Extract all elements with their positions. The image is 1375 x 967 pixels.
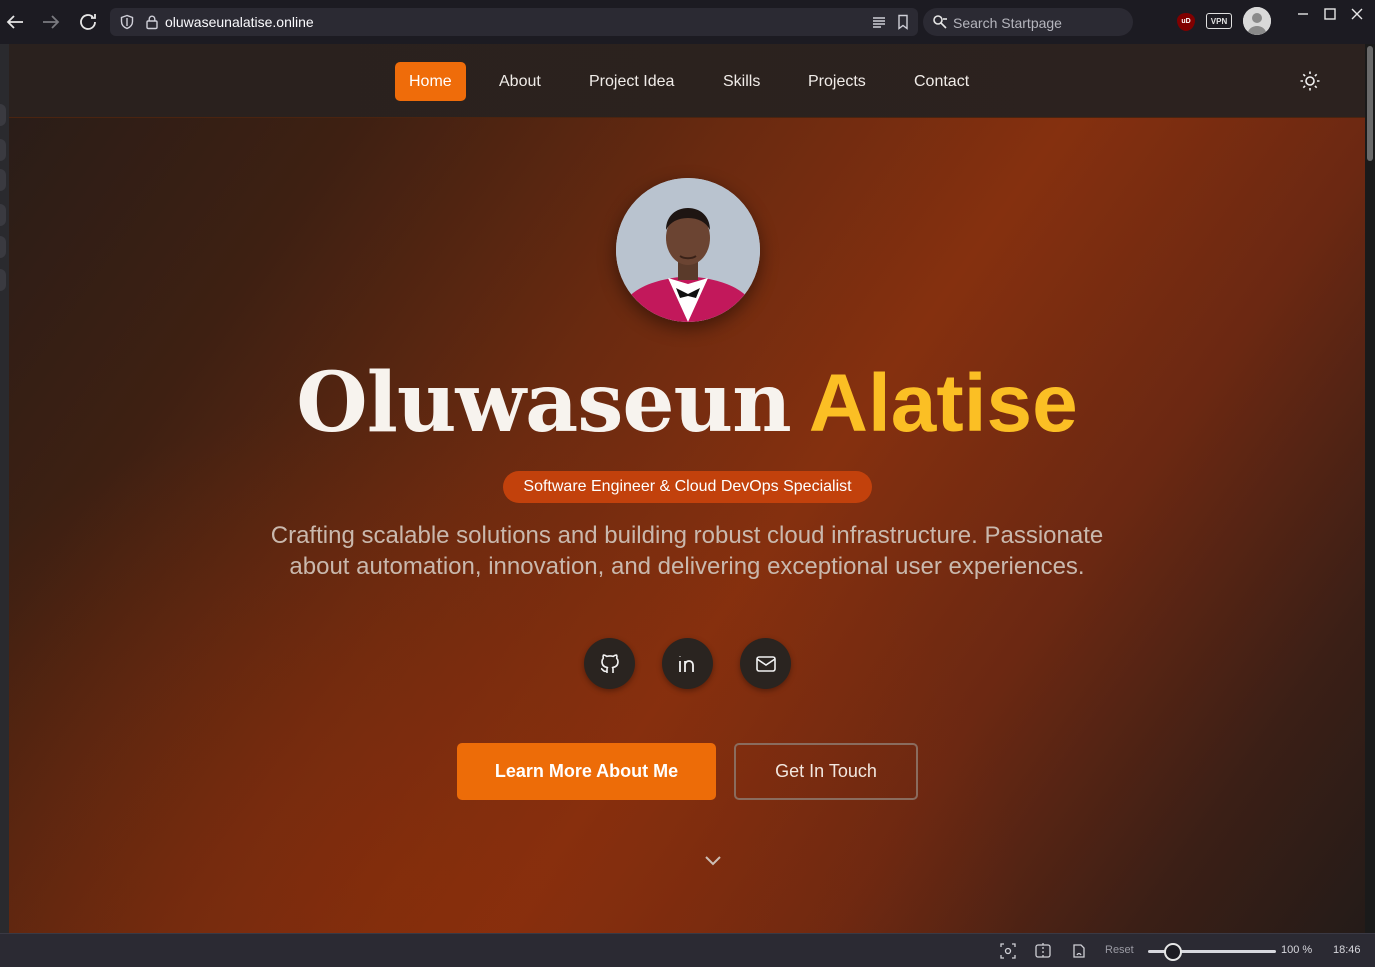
reload-icon[interactable] [76, 10, 100, 34]
search-input[interactable] [951, 11, 1125, 35]
screenshot-icon[interactable] [999, 942, 1017, 960]
ublock-extension-icon[interactable]: uD [1177, 13, 1195, 31]
sidebar-panel-button[interactable] [0, 139, 6, 161]
first-name: Oluwaseun [296, 355, 791, 451]
page-scrollbar[interactable] [1365, 44, 1375, 933]
chevron-down-icon[interactable] [701, 848, 725, 872]
linkedin-icon[interactable] [662, 638, 713, 689]
nav-projects[interactable]: Projects [794, 62, 880, 101]
profile-photo [616, 178, 760, 322]
zoom-slider-handle[interactable] [1164, 943, 1182, 961]
sidebar-panel-button[interactable] [0, 104, 6, 126]
sidebar-panel-button[interactable] [0, 269, 6, 291]
browser-toolbar: oluwaseunalatise.online uD VPN [0, 0, 1375, 44]
sidebar-panel-button[interactable] [0, 169, 6, 191]
scrollbar-thumb[interactable] [1367, 46, 1373, 161]
github-icon[interactable] [584, 638, 635, 689]
url-text[interactable]: oluwaseunalatise.online [165, 14, 314, 30]
sidebar-panel-button[interactable] [0, 236, 6, 258]
tile-view-icon[interactable] [1034, 942, 1052, 960]
search-bar[interactable] [923, 8, 1133, 36]
tracking-shield-icon[interactable] [119, 14, 135, 30]
nav-contact[interactable]: Contact [900, 62, 983, 101]
sidebar-panel-button[interactable] [0, 204, 6, 226]
nav-skills[interactable]: Skills [709, 62, 774, 101]
learn-more-button[interactable]: Learn More About Me [457, 743, 716, 800]
nav-project-idea[interactable]: Project Idea [575, 62, 688, 101]
vpn-extension-icon[interactable]: VPN [1206, 13, 1232, 29]
mail-icon[interactable] [740, 638, 791, 689]
profile-avatar[interactable] [1243, 7, 1271, 35]
back-arrow-icon[interactable] [3, 10, 27, 34]
zoom-reset-button[interactable]: Reset [1105, 944, 1134, 956]
lock-icon[interactable] [145, 14, 159, 30]
minimize-icon[interactable] [1294, 5, 1312, 23]
hero-tagline: Crafting scalable solutions and building… [270, 522, 1104, 580]
sun-icon[interactable] [1299, 70, 1321, 92]
get-in-touch-button[interactable]: Get In Touch [734, 743, 918, 800]
hero-name: Oluwaseun Alatise [9, 358, 1365, 449]
web-page: Home About Project Idea Skills Projects … [9, 44, 1365, 933]
reader-view-icon[interactable] [872, 15, 886, 29]
nav-about[interactable]: About [485, 62, 555, 101]
address-bar[interactable]: oluwaseunalatise.online [110, 8, 918, 36]
role-badge: Software Engineer & Cloud DevOps Special… [503, 471, 872, 503]
page-actions-icon[interactable] [1070, 942, 1088, 960]
nav-home[interactable]: Home [395, 62, 466, 101]
bookmark-icon[interactable] [896, 14, 910, 30]
clock: 18:46 [1333, 944, 1361, 956]
zoom-level: 100 % [1281, 944, 1313, 956]
close-window-icon[interactable] [1348, 5, 1366, 23]
search-icon [932, 14, 948, 30]
sidebar-strip [0, 44, 9, 933]
maximize-icon[interactable] [1321, 5, 1339, 23]
forward-arrow-icon[interactable] [39, 10, 63, 34]
last-name: Alatise [808, 358, 1078, 449]
site-navigation: Home About Project Idea Skills Projects … [9, 44, 1365, 118]
hero-section: Oluwaseun Alatise Software Engineer & Clo… [9, 118, 1365, 933]
status-bar: Reset 100 % 18:46 [0, 933, 1375, 967]
